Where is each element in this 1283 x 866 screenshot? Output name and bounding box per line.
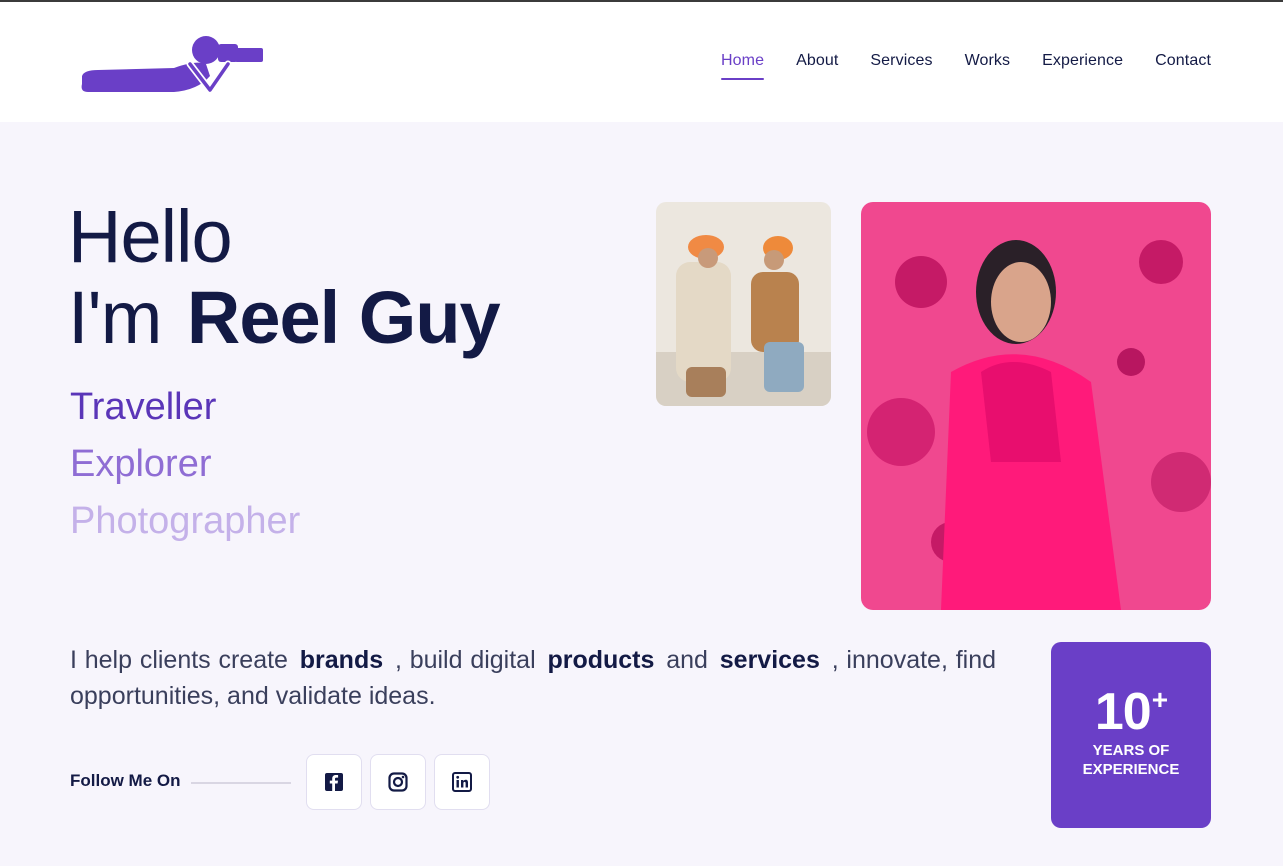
instagram-icon	[388, 772, 408, 792]
photographer-lying-camera-icon	[81, 36, 263, 94]
role-photographer: Photographer	[70, 500, 301, 542]
experience-card: 10+ YEARS OF EXPERIENCE	[1051, 642, 1211, 828]
follow-label: Follow Me On	[70, 771, 181, 790]
site-header: Home About Services Works Experience Con…	[0, 2, 1283, 122]
portfolio-photo-large	[861, 202, 1211, 610]
hero-tagline: I help clients create brands , build dig…	[70, 642, 996, 714]
nav-contact[interactable]: Contact	[1155, 52, 1211, 80]
experience-plus: +	[1151, 684, 1168, 715]
tagline-text-2: , build digital	[394, 646, 536, 674]
hero-greeting: Hello	[68, 195, 233, 278]
main-nav: Home About Services Works Experience Con…	[721, 52, 1211, 80]
tagline-brands: brands	[299, 646, 384, 674]
tagline-services: services	[719, 646, 820, 674]
hero-intro: I'm	[68, 276, 162, 359]
nav-experience[interactable]: Experience	[1042, 52, 1123, 80]
follow-divider	[191, 782, 291, 784]
experience-years: 10	[1094, 683, 1152, 741]
facebook-button[interactable]	[306, 754, 362, 810]
experience-label-line2: EXPERIENCE	[1082, 761, 1180, 778]
portfolio-photo-small	[656, 202, 831, 406]
experience-label-line1: YEARS OF	[1092, 742, 1170, 759]
hero-name: Reel Guy	[186, 276, 501, 359]
tagline-products: products	[547, 646, 655, 674]
role-traveller: Traveller	[70, 386, 217, 428]
facebook-icon	[325, 773, 343, 791]
linkedin-button[interactable]	[434, 754, 490, 810]
nav-home[interactable]: Home	[721, 52, 765, 80]
nav-services[interactable]: Services	[870, 52, 932, 80]
instagram-button[interactable]	[370, 754, 426, 810]
role-explorer: Explorer	[70, 443, 212, 485]
tagline-text-1: I help clients create	[70, 646, 288, 674]
hero-headline: I'm Reel Guy	[68, 276, 501, 359]
nav-works[interactable]: Works	[965, 52, 1011, 80]
linkedin-icon	[452, 772, 472, 792]
experience-number: 10+	[1051, 682, 1211, 742]
nav-about[interactable]: About	[796, 52, 838, 80]
tagline-text-3: and	[666, 646, 708, 674]
logo[interactable]	[78, 30, 268, 98]
